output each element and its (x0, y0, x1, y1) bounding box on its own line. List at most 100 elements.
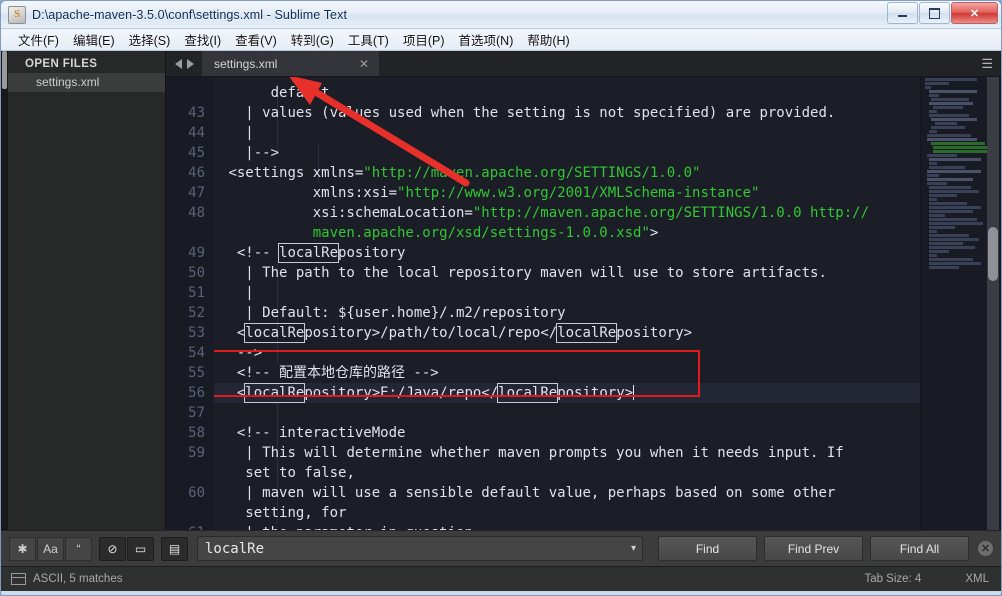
line-number: 54 (188, 345, 205, 361)
in-selection-toggle[interactable]: ▭ (127, 536, 154, 561)
code-line[interactable]: | Default: ${user.home}/.m2/repository (214, 303, 920, 323)
code-line[interactable]: xsi:schemaLocation="http://maven.apache.… (214, 203, 920, 223)
menu-item-find[interactable]: 查找(I) (177, 29, 228, 50)
line-number-gutter: 43 44 45 46 47 48 49 50 51 52 53 54 55 5… (166, 77, 214, 530)
menu-item-project[interactable]: 项目(P) (396, 29, 452, 50)
menu-bar: 文件(F) 编辑(E) 选择(S) 查找(I) 查看(V) 转到(G) 工具(T… (1, 29, 1001, 51)
status-bar: ASCII, 5 matches Tab Size: 4 XML (1, 566, 1001, 591)
line-number: 48 (188, 205, 205, 221)
search-match: localRe (278, 243, 340, 263)
menu-item-edit[interactable]: 编辑(E) (66, 29, 122, 50)
tab-settings-xml[interactable]: settings.xml ✕ (202, 51, 379, 76)
line-number (166, 83, 214, 103)
line-number (166, 223, 214, 243)
close-button[interactable]: ✕ (951, 2, 998, 24)
tab-menu-icon[interactable]: ☰ (981, 51, 993, 76)
code-line[interactable]: |--> (214, 143, 920, 163)
highlight-results-toggle[interactable]: ▤ (161, 536, 188, 561)
sublime-text-window: D:\apache-maven-3.5.0\conf\settings.xml … (0, 0, 1002, 596)
menu-item-selection[interactable]: 选择(S) (122, 29, 178, 50)
case-sensitive-toggle[interactable]: Aa (37, 536, 64, 561)
regex-toggle[interactable]: ✱ (9, 536, 36, 561)
chevron-left-icon[interactable] (175, 58, 182, 69)
code-line[interactable]: set to false, (214, 463, 920, 483)
text-caret (633, 385, 635, 400)
window-title: D:\apache-maven-3.5.0\conf\settings.xml … (32, 7, 348, 22)
search-match: localRe (556, 323, 618, 343)
code-line[interactable]: default (214, 83, 920, 103)
scrollbar-thumb[interactable] (2, 51, 7, 89)
line-endings-icon (11, 573, 26, 585)
line-number: 60 (188, 485, 205, 501)
find-all-button[interactable]: Find All (870, 536, 969, 561)
code-line[interactable]: | maven will use a sensible default valu… (214, 483, 920, 503)
code-line[interactable]: <settings xmlns="http://maven.apache.org… (214, 163, 920, 183)
code-line[interactable]: | This will determine whether maven prom… (214, 443, 920, 463)
menu-item-tools[interactable]: 工具(T) (341, 29, 396, 50)
line-number: 59 (188, 445, 205, 461)
line-number: 53 (188, 325, 205, 341)
tab-scroll-arrows[interactable] (166, 51, 202, 76)
code-line[interactable]: | (214, 123, 920, 143)
line-number: 52 (188, 305, 205, 321)
wrap-toggle[interactable]: ⊘ (99, 536, 126, 561)
code-line[interactable] (214, 403, 920, 423)
code-line[interactable]: <localRepository>E:/Java/repo</localRepo… (214, 383, 920, 403)
line-number: 47 (188, 185, 205, 201)
maximize-button[interactable] (919, 2, 950, 24)
code-line[interactable]: <!-- 配置本地仓库的路径 --> (214, 363, 920, 383)
window-scrollbar-left[interactable] (1, 51, 8, 530)
find-button[interactable]: Find (658, 536, 757, 561)
code-line[interactable]: | The path to the local repository maven… (214, 263, 920, 283)
code-line[interactable]: <!-- interactiveMode (214, 423, 920, 443)
minimap-scrollbar-thumb[interactable] (988, 227, 998, 281)
menu-item-file[interactable]: 文件(F) (11, 29, 66, 50)
status-encoding-matches: ASCII, 5 matches (33, 573, 123, 585)
chevron-right-icon[interactable] (187, 58, 194, 69)
code-line[interactable]: maven.apache.org/xsd/settings-1.0.0.xsd"… (214, 223, 920, 243)
chevron-down-icon[interactable]: ▾ (625, 543, 636, 554)
menu-item-view[interactable]: 查看(V) (228, 29, 284, 50)
minimap[interactable] (920, 77, 1001, 530)
find-options: ✱ Aa “ ⊘ ▭ ▤ (9, 536, 189, 561)
line-number: 61 (166, 523, 214, 530)
line-number: 51 (188, 285, 205, 301)
menu-item-help[interactable]: 帮助(H) (520, 29, 576, 50)
editor-column: settings.xml ✕ ☰ 43 44 45 46 47 48 49 50… (166, 51, 1001, 530)
line-number: 57 (188, 405, 205, 421)
line-number (166, 503, 214, 523)
code-line[interactable]: | (214, 283, 920, 303)
line-number: 49 (188, 245, 205, 261)
code-line[interactable]: --> (214, 343, 920, 363)
line-number: 55 (188, 365, 205, 381)
line-number (166, 463, 214, 483)
find-input[interactable]: localRe ▾ (197, 536, 643, 561)
code-line[interactable]: xmlns:xsi="http://www.w3.org/2001/XMLSch… (214, 183, 920, 203)
code-line[interactable]: <localRepository>/path/to/local/repo</lo… (214, 323, 920, 343)
line-number: 43 (188, 105, 205, 121)
code-line[interactable]: | the parameter in question. (214, 523, 920, 530)
find-prev-button[interactable]: Find Prev (764, 536, 863, 561)
close-find-bar-button[interactable]: ✕ (978, 541, 993, 556)
window-controls: ✕ (886, 2, 998, 24)
tab-label: settings.xml (214, 56, 278, 71)
sidebar: OPEN FILES settings.xml (8, 51, 166, 530)
line-number: 45 (188, 145, 205, 161)
minimap-scrollbar[interactable] (987, 77, 999, 530)
menu-item-preferences[interactable]: 首选项(N) (452, 29, 521, 50)
whole-word-toggle[interactable]: “ (65, 536, 92, 561)
code-text[interactable]: default | values (values used when the s… (214, 77, 920, 530)
sidebar-item-settings-xml[interactable]: settings.xml (8, 73, 165, 92)
menu-item-goto[interactable]: 转到(G) (284, 29, 341, 50)
sidebar-section-open-files: OPEN FILES (25, 58, 98, 70)
line-number: 50 (188, 265, 205, 281)
code-line[interactable]: <!-- localRepository (214, 243, 920, 263)
code-line[interactable]: setting, for (214, 503, 920, 523)
status-syntax[interactable]: XML (965, 573, 989, 585)
minimize-button[interactable] (887, 2, 918, 24)
search-match: localRe (244, 323, 306, 343)
close-icon[interactable]: ✕ (345, 57, 369, 71)
status-tab-size[interactable]: Tab Size: 4 (864, 573, 921, 585)
code-line[interactable]: | values (values used when the setting i… (214, 103, 920, 123)
title-bar: D:\apache-maven-3.5.0\conf\settings.xml … (1, 1, 1001, 29)
